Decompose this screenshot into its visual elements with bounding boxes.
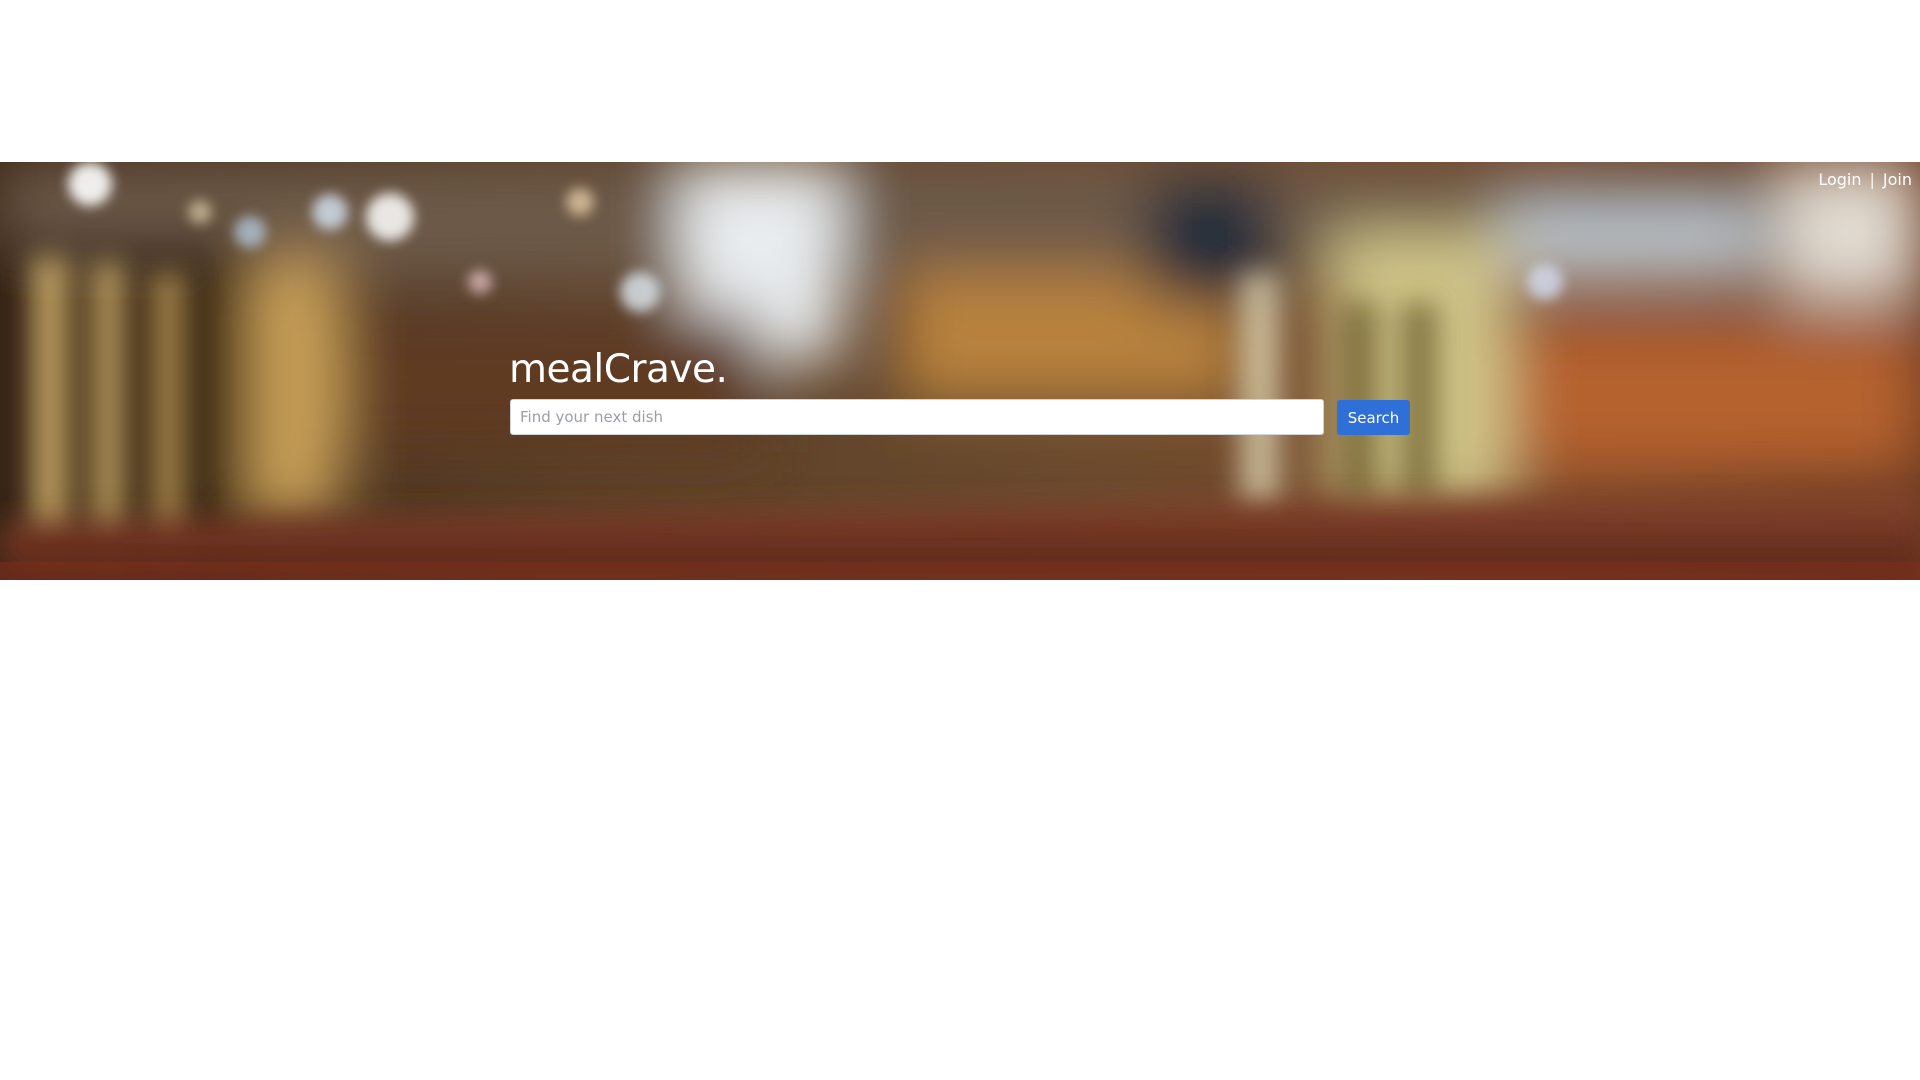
top-blank-area: [0, 0, 1920, 162]
brand-title: mealCrave.: [509, 347, 728, 392]
auth-links: Login | Join: [1818, 170, 1912, 189]
search-button[interactable]: Search: [1337, 400, 1410, 435]
login-link[interactable]: Login: [1818, 170, 1861, 189]
hero-background-image: [0, 162, 1920, 580]
hero-banner: Login | Join mealCrave. Search: [0, 162, 1920, 580]
search-input[interactable]: [510, 399, 1324, 435]
auth-separator: |: [1869, 170, 1875, 189]
join-link[interactable]: Join: [1883, 170, 1912, 189]
